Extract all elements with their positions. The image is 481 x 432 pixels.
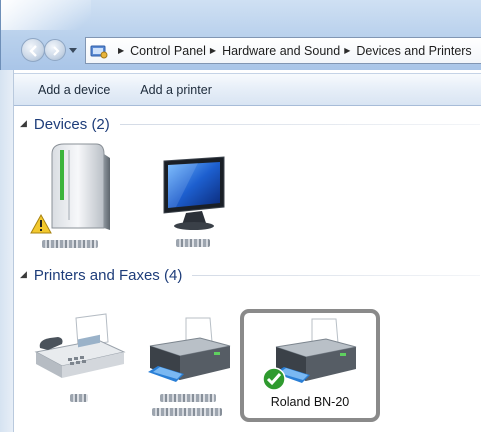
add-printer-button[interactable]: Add a printer	[136, 81, 216, 99]
printers-group-header[interactable]: ◢ Printers and Faxes (4)	[20, 267, 480, 284]
control-panel-icon	[90, 43, 108, 59]
obscured-device-label	[152, 408, 222, 416]
forward-arrow-icon	[53, 46, 60, 56]
forward-button[interactable]	[44, 39, 66, 61]
devices-group-title: Devices (2)	[33, 116, 110, 133]
obscured-device-label	[176, 239, 210, 247]
fax-icon	[34, 313, 126, 378]
obscured-device-label	[70, 394, 88, 402]
printer-label: Roland BN-20	[270, 395, 350, 409]
printer-icon	[148, 317, 231, 382]
devices-and-printers-window: ▶ Control Panel ▶ Hardware and Sound ▶ D…	[0, 0, 481, 432]
obscured-device-label	[42, 240, 98, 248]
back-button[interactable]	[21, 38, 45, 62]
group-divider	[192, 275, 480, 276]
breadcrumb-separator-icon: ▶	[209, 46, 217, 55]
device-computer[interactable]	[30, 136, 130, 251]
devices-group-header[interactable]: ◢ Devices (2)	[20, 116, 480, 133]
window-left-border	[0, 70, 14, 432]
printers-group-title: Printers and Faxes (4)	[33, 267, 183, 284]
breadcrumb-separator-icon: ▶	[344, 46, 351, 55]
address-bar[interactable]: ▶ Control Panel ▶ Hardware and Sound ▶ D…	[85, 37, 481, 64]
green-check-icon	[262, 367, 286, 391]
breadcrumb-control-panel[interactable]: Control Panel	[130, 44, 206, 58]
breadcrumb-separator-icon: ▶	[118, 46, 125, 55]
recent-pages-chevron-icon[interactable]	[69, 48, 77, 53]
warning-icon	[30, 214, 52, 234]
command-bar: Add a device Add a printer	[14, 73, 481, 106]
add-device-button[interactable]: Add a device	[34, 81, 114, 99]
selected-printer-roland-bn-20[interactable]: Roland BN-20	[240, 309, 380, 422]
titlebar-glow	[1, 0, 91, 30]
title-bar: ▶ Control Panel ▶ Hardware and Sound ▶ D…	[0, 0, 481, 70]
monitor-icon	[163, 156, 225, 230]
collapse-triangle-icon[interactable]: ◢	[20, 118, 27, 129]
breadcrumb-devices-and-printers[interactable]: Devices and Printers	[356, 44, 471, 58]
breadcrumb-hardware-and-sound[interactable]: Hardware and Sound	[222, 44, 340, 58]
device-document-writer[interactable]	[140, 316, 240, 422]
back-arrow-icon	[29, 45, 37, 57]
device-monitor[interactable]	[158, 155, 233, 250]
device-fax[interactable]	[28, 312, 133, 412]
group-divider	[119, 124, 480, 125]
collapse-triangle-icon[interactable]: ◢	[20, 269, 27, 280]
obscured-device-label	[160, 394, 216, 402]
